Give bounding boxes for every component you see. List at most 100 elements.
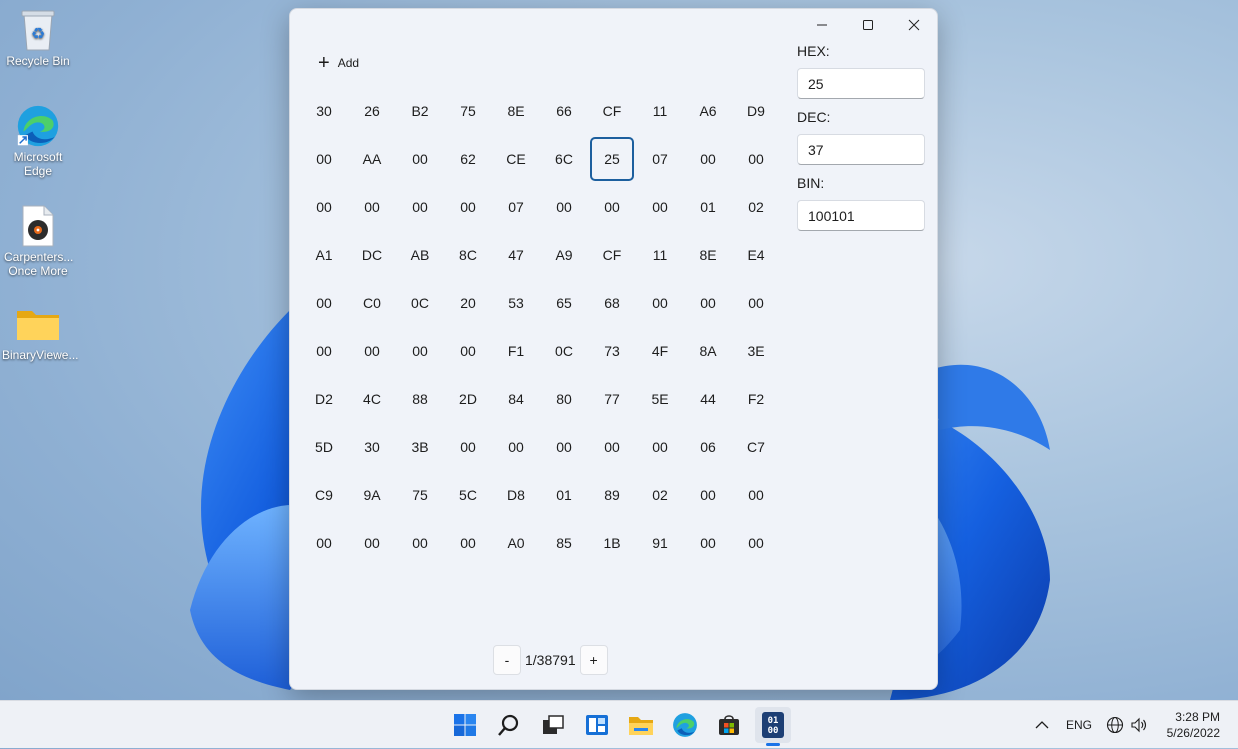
hex-byte-cell[interactable]: 00: [300, 183, 348, 231]
hex-byte-cell[interactable]: 02: [732, 183, 780, 231]
maximize-button[interactable]: [845, 9, 891, 41]
hex-byte-cell[interactable]: 88: [396, 375, 444, 423]
hex-byte-cell[interactable]: 84: [492, 375, 540, 423]
hex-byte-cell[interactable]: D2: [300, 375, 348, 423]
hex-byte-cell[interactable]: 3B: [396, 423, 444, 471]
next-page-button[interactable]: +: [579, 645, 608, 675]
hex-byte-cell[interactable]: 6C: [540, 135, 588, 183]
hex-byte-cell[interactable]: 07: [492, 183, 540, 231]
hex-byte-cell[interactable]: 4F: [636, 327, 684, 375]
hex-byte-cell[interactable]: 8C: [444, 231, 492, 279]
hex-byte-cell[interactable]: 00: [348, 327, 396, 375]
hex-byte-cell[interactable]: 20: [444, 279, 492, 327]
hex-byte-cell[interactable]: 85: [540, 519, 588, 567]
hex-byte-cell[interactable]: 00: [684, 519, 732, 567]
store-button[interactable]: [711, 707, 747, 743]
hex-byte-cell[interactable]: 5C: [444, 471, 492, 519]
language-indicator[interactable]: ENG: [1066, 701, 1092, 749]
search-button[interactable]: [491, 707, 527, 743]
hex-byte-cell[interactable]: 00: [684, 135, 732, 183]
hex-byte-cell[interactable]: 01: [684, 183, 732, 231]
hex-byte-cell[interactable]: 00: [732, 519, 780, 567]
hex-byte-cell[interactable]: 00: [540, 183, 588, 231]
hex-byte-cell[interactable]: 00: [300, 519, 348, 567]
hex-byte-cell[interactable]: 00: [684, 279, 732, 327]
hex-byte-cell[interactable]: 77: [588, 375, 636, 423]
desktop-icon-edge[interactable]: Microsoft Edge: [2, 104, 74, 178]
hex-byte-cell[interactable]: 5D: [300, 423, 348, 471]
hex-byte-cell[interactable]: DC: [348, 231, 396, 279]
hex-byte-cell[interactable]: 11: [636, 87, 684, 135]
hex-byte-cell[interactable]: 00: [348, 519, 396, 567]
hex-byte-cell[interactable]: 30: [300, 87, 348, 135]
hex-byte-cell[interactable]: 00: [492, 423, 540, 471]
hex-byte-cell[interactable]: 00: [396, 135, 444, 183]
hex-byte-cell[interactable]: C9: [300, 471, 348, 519]
add-button[interactable]: + Add: [318, 53, 359, 73]
hex-byte-cell[interactable]: 00: [588, 423, 636, 471]
hex-byte-cell[interactable]: 53: [492, 279, 540, 327]
hex-field[interactable]: [797, 68, 925, 99]
hex-byte-cell[interactable]: 1B: [588, 519, 636, 567]
hex-byte-cell[interactable]: C7: [732, 423, 780, 471]
desktop-icon-carpenters[interactable]: Carpenters... Once More: [2, 204, 74, 278]
task-view-button[interactable]: [535, 707, 571, 743]
hex-byte-cell[interactable]: B2: [396, 87, 444, 135]
hex-byte-cell[interactable]: 01: [540, 471, 588, 519]
clock[interactable]: 3:28 PM 5/26/2022: [1162, 701, 1220, 749]
hex-byte-cell[interactable]: 9A: [348, 471, 396, 519]
close-button[interactable]: [891, 9, 937, 41]
hex-byte-cell[interactable]: F1: [492, 327, 540, 375]
prev-page-button[interactable]: -: [493, 645, 521, 675]
file-explorer-button[interactable]: [623, 707, 659, 743]
hex-byte-cell[interactable]: 62: [444, 135, 492, 183]
hex-byte-cell[interactable]: 00: [732, 279, 780, 327]
hex-byte-cell[interactable]: 5E: [636, 375, 684, 423]
hex-byte-cell[interactable]: 00: [684, 471, 732, 519]
hex-byte-cell[interactable]: 00: [300, 279, 348, 327]
hex-byte-cell[interactable]: AA: [348, 135, 396, 183]
show-hidden-icons-button[interactable]: [1035, 701, 1049, 749]
hex-byte-cell[interactable]: CF: [588, 231, 636, 279]
hex-byte-cell[interactable]: 66: [540, 87, 588, 135]
hex-byte-cell[interactable]: E4: [732, 231, 780, 279]
hex-byte-cell[interactable]: 47: [492, 231, 540, 279]
start-button[interactable]: [447, 707, 483, 743]
edge-taskbar-button[interactable]: [667, 707, 703, 743]
hex-byte-cell[interactable]: 4C: [348, 375, 396, 423]
hex-byte-cell[interactable]: 68: [588, 279, 636, 327]
hex-byte-cell[interactable]: 00: [396, 519, 444, 567]
system-tray-status[interactable]: [1106, 701, 1148, 749]
hex-byte-cell[interactable]: 75: [444, 87, 492, 135]
hex-byte-cell[interactable]: 02: [636, 471, 684, 519]
hex-byte-cell[interactable]: 75: [396, 471, 444, 519]
hex-byte-cell[interactable]: 8E: [684, 231, 732, 279]
hex-byte-cell[interactable]: 91: [636, 519, 684, 567]
hex-byte-cell[interactable]: 65: [540, 279, 588, 327]
hex-byte-cell[interactable]: C0: [348, 279, 396, 327]
hex-byte-cell[interactable]: 8A: [684, 327, 732, 375]
hex-byte-cell[interactable]: 00: [444, 183, 492, 231]
hex-byte-cell[interactable]: 00: [636, 279, 684, 327]
binary-viewer-taskbar-button[interactable]: 01 00: [755, 707, 791, 746]
hex-byte-cell[interactable]: 00: [636, 423, 684, 471]
hex-byte-cell[interactable]: 00: [396, 327, 444, 375]
hex-byte-cell[interactable]: 26: [348, 87, 396, 135]
hex-byte-cell[interactable]: D8: [492, 471, 540, 519]
minimize-button[interactable]: [799, 9, 845, 41]
hex-byte-cell[interactable]: A0: [492, 519, 540, 567]
hex-byte-cell[interactable]: 00: [348, 183, 396, 231]
hex-byte-cell[interactable]: 00: [732, 135, 780, 183]
hex-byte-cell[interactable]: CF: [588, 87, 636, 135]
hex-byte-cell[interactable]: 0C: [540, 327, 588, 375]
hex-byte-cell[interactable]: 44: [684, 375, 732, 423]
hex-byte-cell[interactable]: 2D: [444, 375, 492, 423]
hex-byte-cell[interactable]: 30: [348, 423, 396, 471]
hex-byte-cell[interactable]: 00: [540, 423, 588, 471]
hex-byte-cell-selected[interactable]: 25: [590, 137, 634, 181]
hex-byte-cell[interactable]: 00: [444, 423, 492, 471]
hex-byte-cell[interactable]: 89: [588, 471, 636, 519]
dec-field[interactable]: [797, 134, 925, 165]
hex-byte-cell[interactable]: 00: [396, 183, 444, 231]
hex-byte-cell[interactable]: D9: [732, 87, 780, 135]
